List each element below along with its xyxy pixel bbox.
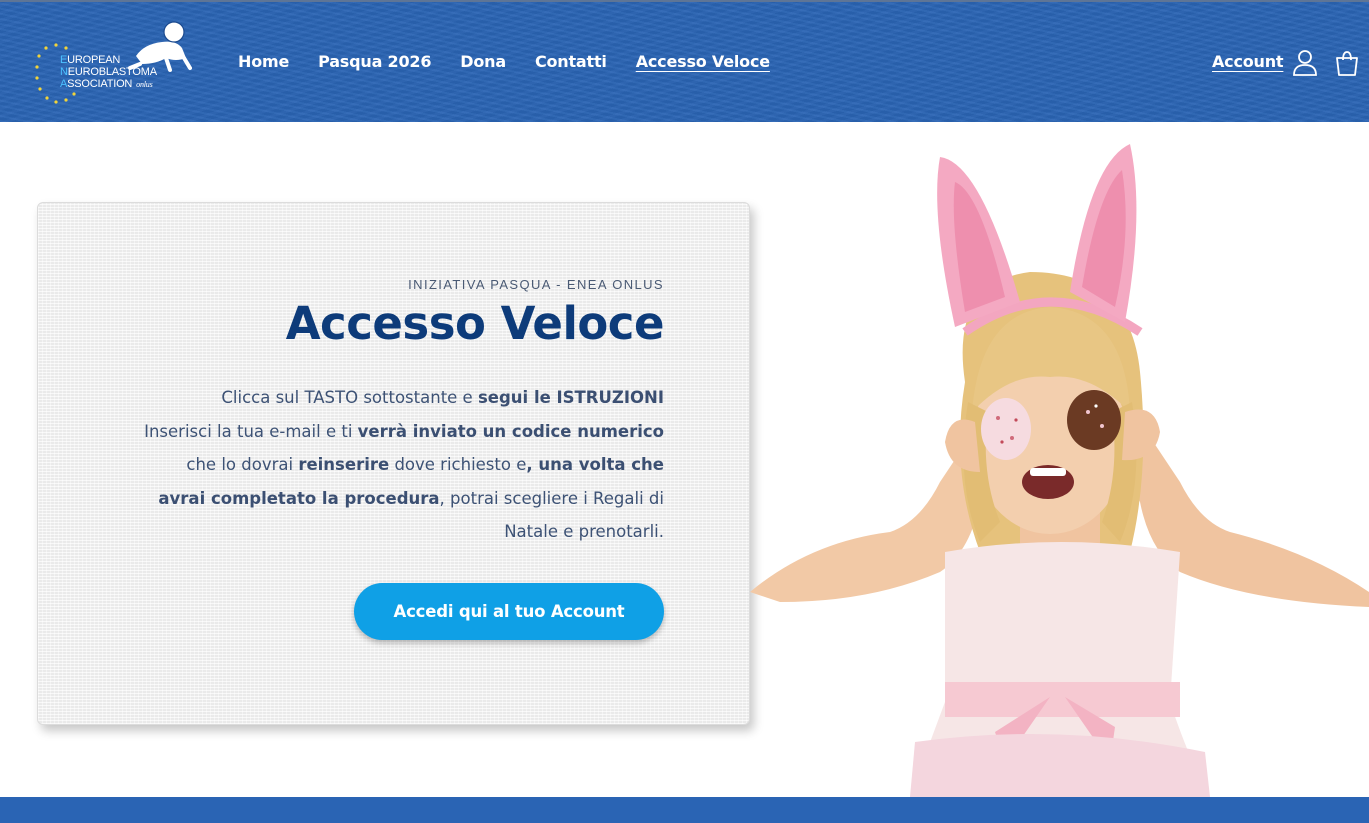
account-link[interactable]: Account bbox=[1212, 51, 1284, 73]
quick-access-card: INIZIATIVA PASQUA - ENEA ONLUS Accesso V… bbox=[37, 202, 750, 725]
page-title: Accesso Veloce bbox=[285, 297, 665, 350]
card-eyebrow: INIZIATIVA PASQUA - ENEA ONLUS bbox=[408, 277, 664, 292]
enea-logo[interactable]: EUROPEAN NEUROBLASTOMA ASSOCIATION onlus bbox=[34, 18, 194, 110]
crawling-baby-icon bbox=[128, 21, 192, 72]
instructions-text: Clicca sul TASTO sottostante e segui le … bbox=[144, 388, 664, 541]
main-nav: Home Pasqua 2026 Dona Contatti Accesso V… bbox=[238, 51, 799, 75]
nav-contatti[interactable]: Contatti bbox=[535, 51, 607, 75]
user-icon[interactable] bbox=[1290, 46, 1320, 80]
nav-pasqua-2026[interactable]: Pasqua 2026 bbox=[318, 51, 431, 75]
nav-dona[interactable]: Dona bbox=[460, 51, 506, 75]
easter-girl-image bbox=[750, 122, 1369, 797]
site-header: EUROPEAN NEUROBLASTOMA ASSOCIATION onlus … bbox=[0, 0, 1369, 122]
nav-home[interactable]: Home bbox=[238, 51, 289, 75]
cart-icon[interactable] bbox=[1332, 46, 1362, 80]
footer-strip bbox=[0, 797, 1369, 823]
nav-accesso-veloce[interactable]: Accesso Veloce bbox=[636, 51, 770, 75]
login-account-button[interactable]: Accedi qui al tuo Account bbox=[354, 583, 664, 640]
